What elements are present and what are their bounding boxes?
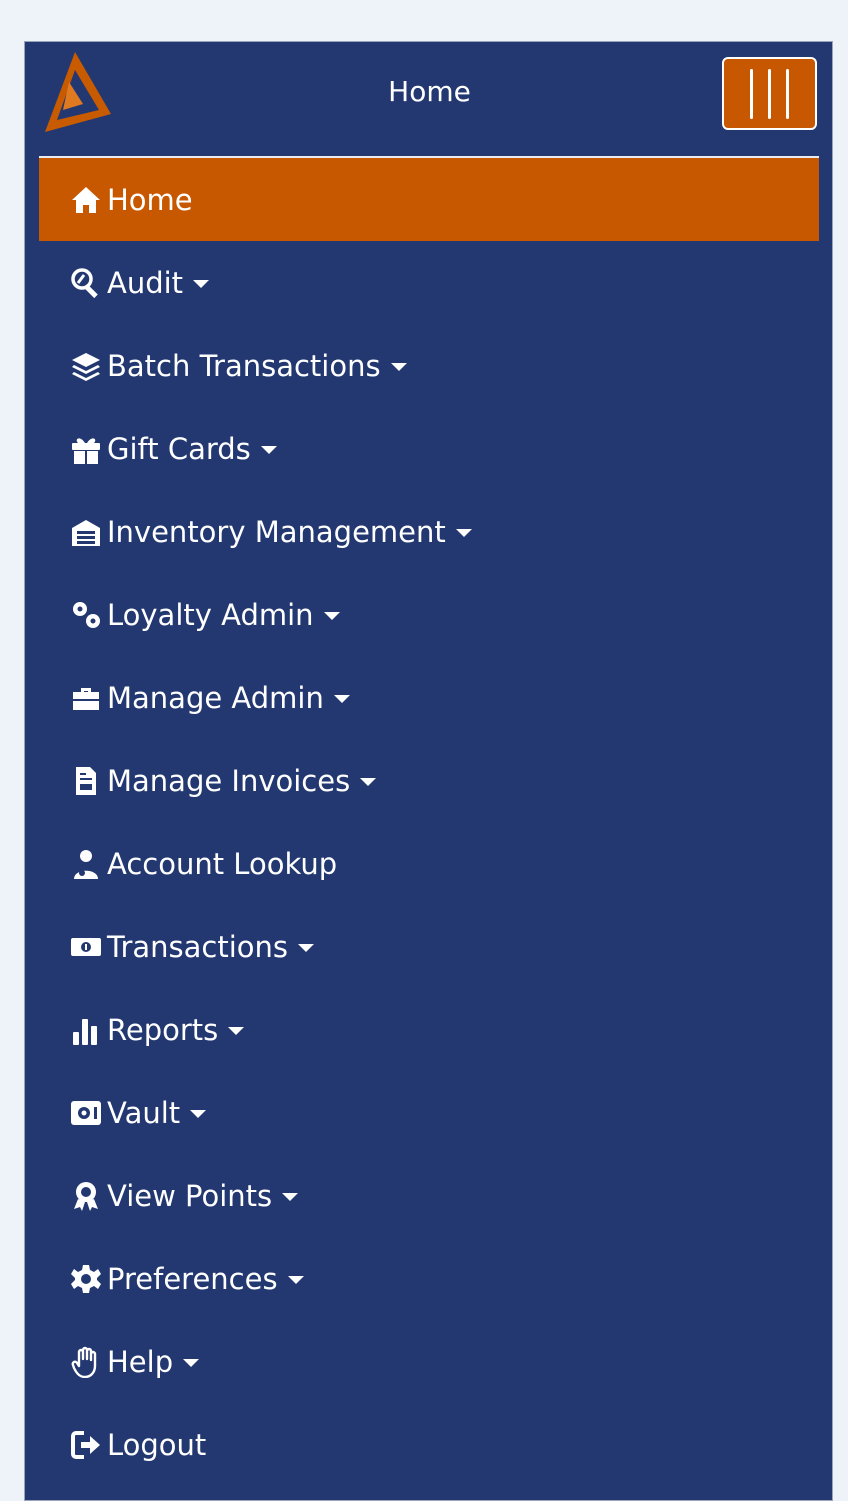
home-icon xyxy=(69,183,103,217)
hand-icon xyxy=(69,1345,103,1379)
menu-item-reports[interactable]: Reports xyxy=(39,988,819,1071)
menu-item-label: Vault xyxy=(107,1095,181,1130)
chevron-down-icon xyxy=(193,279,210,288)
page-title: Home xyxy=(388,75,471,108)
menu-item-label: Transactions xyxy=(107,929,289,964)
menu-item-label: Help xyxy=(107,1344,174,1379)
search-audit-icon xyxy=(69,266,103,300)
menu-item-vault[interactable]: Vault xyxy=(39,1071,819,1154)
invoice-icon xyxy=(69,764,103,798)
menu-item-view-points[interactable]: View Points xyxy=(39,1154,819,1237)
menu-item-batch-transactions[interactable]: Batch Transactions xyxy=(39,324,819,407)
gears-icon xyxy=(69,598,103,632)
menu-item-loyalty-admin[interactable]: Loyalty Admin xyxy=(39,573,819,656)
chevron-down-icon xyxy=(390,362,407,371)
menu-item-label: Inventory Management xyxy=(107,514,446,549)
menu-item-label: Loyalty Admin xyxy=(107,597,314,632)
award-icon xyxy=(69,1179,103,1213)
menu-item-label: View Points xyxy=(107,1178,273,1213)
toolbox-icon xyxy=(69,681,103,715)
sidebar-header: Home xyxy=(25,42,832,157)
warehouse-icon xyxy=(69,515,103,549)
chevron-down-icon xyxy=(190,1109,207,1118)
sidebar-menu: Home Audit Batch Transactions Gift Cards xyxy=(39,158,819,1486)
menu-toggle-button[interactable] xyxy=(722,57,817,130)
menu-item-label: Gift Cards xyxy=(107,431,251,466)
vault-icon xyxy=(69,1096,103,1130)
menu-item-logout[interactable]: Logout xyxy=(39,1403,819,1486)
menu-item-inventory-management[interactable]: Inventory Management xyxy=(39,490,819,573)
menu-item-label: Home xyxy=(107,182,193,217)
chevron-down-icon xyxy=(228,1026,245,1035)
menu-item-help[interactable]: Help xyxy=(39,1320,819,1403)
menu-item-label: Account Lookup xyxy=(107,846,338,881)
user-lookup-icon xyxy=(69,847,103,881)
gift-icon xyxy=(69,432,103,466)
menu-item-label: Preferences xyxy=(107,1261,278,1296)
menu-item-gift-cards[interactable]: Gift Cards xyxy=(39,407,819,490)
chevron-down-icon xyxy=(287,1275,304,1284)
menu-item-transactions[interactable]: Transactions xyxy=(39,905,819,988)
layers-icon xyxy=(69,349,103,383)
chevron-down-icon xyxy=(360,777,377,786)
menu-item-label: Manage Admin xyxy=(107,680,324,715)
menu-item-label: Reports xyxy=(107,1012,219,1047)
menu-item-manage-admin[interactable]: Manage Admin xyxy=(39,656,819,739)
chevron-down-icon xyxy=(183,1358,200,1367)
menu-item-home[interactable]: Home xyxy=(39,158,819,241)
bar-chart-icon xyxy=(69,1013,103,1047)
menu-item-manage-invoices[interactable]: Manage Invoices xyxy=(39,739,819,822)
chevron-down-icon xyxy=(323,611,340,620)
chevron-down-icon xyxy=(455,528,472,537)
logout-icon xyxy=(69,1428,103,1462)
menu-item-label: Logout xyxy=(107,1427,207,1462)
menu-item-label: Audit xyxy=(107,265,184,300)
chevron-down-icon xyxy=(282,1192,299,1201)
chevron-down-icon xyxy=(260,445,277,454)
chevron-down-icon xyxy=(298,943,315,952)
chevron-down-icon xyxy=(333,694,350,703)
menu-item-preferences[interactable]: Preferences xyxy=(39,1237,819,1320)
menu-item-label: Manage Invoices xyxy=(107,763,351,798)
sidebar-panel: Home Home Audit Batch Transactions Gift … xyxy=(24,41,833,1501)
gear-icon xyxy=(69,1262,103,1296)
menu-item-account-lookup[interactable]: Account Lookup xyxy=(39,822,819,905)
menu-item-audit[interactable]: Audit xyxy=(39,241,819,324)
menu-item-label: Batch Transactions xyxy=(107,348,381,383)
money-bill-icon xyxy=(69,930,103,964)
